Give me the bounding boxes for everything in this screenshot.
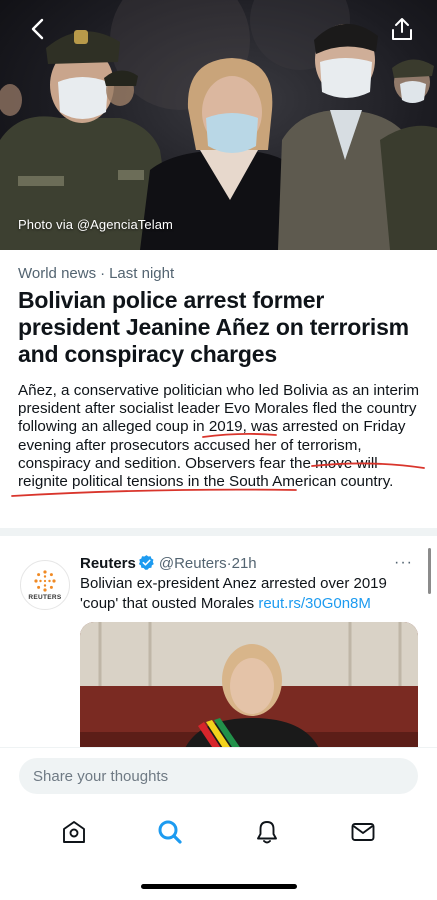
hero-photo: Photo via @AgenciaTelam — [0, 0, 437, 250]
search-icon — [158, 820, 182, 844]
tweet-handle[interactable]: @Reuters — [159, 555, 227, 572]
share-button[interactable] — [387, 14, 417, 44]
scrollbar[interactable] — [428, 548, 431, 594]
home-icon — [63, 821, 86, 843]
verified-badge-icon — [138, 555, 154, 570]
article-category[interactable]: World news — [18, 265, 96, 282]
more-options-button[interactable]: ··· — [394, 554, 413, 572]
tweet-text: Bolivian ex-president Anez arrested over… — [80, 574, 420, 614]
back-button[interactable] — [22, 14, 52, 44]
chevron-left-icon — [31, 18, 44, 40]
tab-notifications[interactable] — [247, 812, 287, 852]
mail-icon — [351, 823, 375, 841]
article-time: Last night — [109, 265, 175, 282]
bottom-tab-bar — [0, 800, 437, 864]
embedded-tweet[interactable]: REUTERS Reuters @Reuters·21h ··· Bolivian… — [0, 540, 437, 747]
article-meta: World news · Last night — [18, 265, 174, 282]
avatar-label: REUTERS — [28, 594, 62, 601]
reuters-logo-icon — [34, 570, 56, 592]
tab-messages[interactable] — [343, 812, 383, 852]
hero-scene-illustration — [0, 0, 437, 250]
tab-search[interactable] — [150, 812, 190, 852]
tweet-link[interactable]: reut.rs/30G0n8M — [258, 595, 371, 612]
share-icon — [392, 18, 412, 40]
tweet-author-name[interactable]: Reuters — [80, 555, 136, 572]
article-headline: Bolivian police arrest former president … — [18, 287, 409, 367]
home-indicator[interactable] — [141, 884, 297, 889]
tab-home[interactable] — [54, 812, 94, 852]
section-divider — [0, 528, 437, 536]
article-summary: Añez, a conservative politician who led … — [18, 382, 419, 491]
tweet-header: Reuters @Reuters·21h — [80, 554, 257, 572]
reuters-avatar[interactable]: REUTERS — [20, 560, 70, 610]
tweet-photo-illustration — [80, 622, 418, 747]
tweet-media-image[interactable] — [80, 622, 418, 747]
tweet-time: 21h — [231, 555, 257, 572]
photo-caption: Photo via @AgenciaTelam — [18, 217, 173, 232]
bell-icon — [256, 821, 277, 844]
reply-bar — [0, 747, 437, 797]
meta-separator: · — [100, 265, 106, 282]
share-thoughts-input[interactable] — [19, 758, 418, 794]
